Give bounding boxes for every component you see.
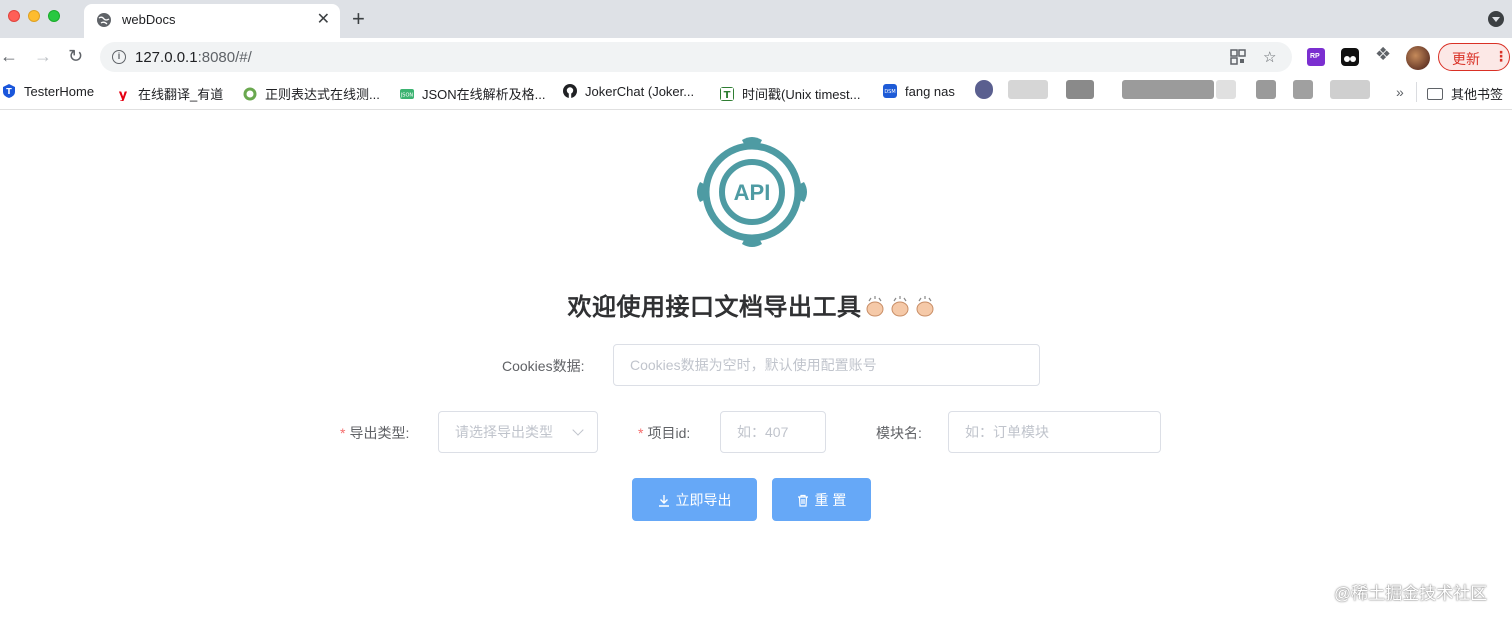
close-tab-icon[interactable]: ✕ <box>317 11 330 29</box>
redacted-bookmark[interactable] <box>1330 80 1370 99</box>
extensions-puzzle-icon[interactable]: ❖ <box>1375 44 1393 64</box>
redacted-bookmark[interactable] <box>1122 80 1214 99</box>
clapping-hands-icon <box>866 296 883 317</box>
other-bookmarks-folder[interactable]: 其他书签 <box>1427 84 1503 102</box>
bookmark-jokerchat[interactable]: JokerChat (Joker... <box>563 84 694 102</box>
export-button[interactable]: 立即导出 <box>632 478 757 521</box>
bookmarks-bar: T TesterHome y 在线翻译_有道 正则表达式在线测... JSON JSO… <box>0 76 1512 110</box>
more-menu-icon: ⋮ <box>1494 48 1508 64</box>
svg-text:JSON: JSON <box>400 93 413 99</box>
timestamp-icon: T <box>720 87 734 101</box>
folder-icon <box>1427 88 1443 100</box>
bookmark-testerhome[interactable]: T TesterHome <box>2 84 94 102</box>
api-logo: API <box>697 137 807 247</box>
back-arrow-icon[interactable]: ← <box>0 45 18 67</box>
redacted-bookmark[interactable] <box>1256 80 1276 99</box>
clapping-hands-icon <box>916 296 933 317</box>
bookmark-fang-nas[interactable]: DSM fang nas <box>883 84 955 102</box>
export-type-label: * 导出类型: <box>340 425 410 441</box>
update-chrome-button[interactable]: 更新 ⋮ <box>1438 43 1510 71</box>
url-text[interactable]: 127.0.0.1:8080/#/ <box>135 49 252 66</box>
new-tab-button[interactable]: + <box>352 6 365 32</box>
watermark: @稀土掘金技术社区 <box>1334 584 1488 603</box>
bookmark-json[interactable]: JSON JSON在线解析及格... <box>400 84 546 102</box>
svg-text:T: T <box>724 90 731 101</box>
bookmarks-separator <box>1416 82 1417 102</box>
bookmark-star-icon[interactable]: ☆ <box>1263 48 1276 66</box>
update-label: 更新 <box>1452 51 1480 67</box>
bookmark-youdao[interactable]: y 在线翻译_有道 <box>116 84 223 102</box>
forward-arrow-icon[interactable]: → <box>34 45 52 67</box>
tab-title: webDocs <box>122 12 176 27</box>
axure-rp-extension-icon[interactable]: RP <box>1307 48 1325 66</box>
browser-tab[interactable]: webDocs ✕ <box>84 4 340 38</box>
tab-search-button[interactable] <box>1488 11 1504 27</box>
profile-avatar[interactable] <box>1406 46 1430 70</box>
redacted-bookmark[interactable] <box>1008 80 1048 99</box>
json-icon: JSON <box>400 89 414 99</box>
more-bookmarks-button[interactable]: » <box>1396 84 1404 100</box>
reset-button[interactable]: 重 置 <box>772 478 871 521</box>
redacted-bookmark[interactable] <box>1293 80 1313 99</box>
bookmark-regex[interactable]: 正则表达式在线测... <box>243 84 380 102</box>
redacted-bookmark[interactable] <box>975 80 993 99</box>
trash-icon <box>797 494 808 507</box>
minimize-window-button[interactable] <box>28 10 40 22</box>
project-id-input[interactable] <box>720 411 826 453</box>
tampermonkey-extension-icon[interactable] <box>1341 48 1359 66</box>
maximize-window-button[interactable] <box>48 10 60 22</box>
download-icon <box>658 494 669 507</box>
svg-text:y: y <box>119 88 128 101</box>
logo-text: API <box>734 180 771 205</box>
youdao-icon: y <box>119 88 128 101</box>
reload-icon[interactable]: ↻ <box>68 45 83 67</box>
module-name-label: 模块名: <box>876 425 922 441</box>
address-bar[interactable]: i 127.0.0.1:8080/#/ ☆ <box>100 42 1292 72</box>
svg-text:DSM: DSM <box>884 89 895 95</box>
page-title: 欢迎使用接口文档导出工具 <box>0 287 1504 322</box>
dsm-icon: DSM <box>883 84 897 98</box>
cookies-input[interactable] <box>613 344 1040 386</box>
module-name-input[interactable] <box>948 411 1161 453</box>
redacted-bookmark[interactable] <box>1066 80 1094 99</box>
qr-code-icon[interactable] <box>1230 49 1246 65</box>
bookmark-timestamp[interactable]: T 时间戳(Unix timest... <box>720 84 860 102</box>
project-id-label: * 项目id: <box>638 425 691 441</box>
github-icon <box>563 84 577 98</box>
globe-icon <box>97 13 111 27</box>
browser-tab-strip: webDocs ✕ + <box>0 0 1512 38</box>
site-info-icon[interactable]: i <box>112 50 126 64</box>
svg-text:T: T <box>6 87 12 96</box>
clapping-hands-icon <box>891 296 908 317</box>
redacted-bookmark[interactable] <box>1216 80 1236 99</box>
testerhome-icon: T <box>3 84 15 98</box>
regex-icon <box>243 87 257 101</box>
browser-toolbar: ← → ↻ i 127.0.0.1:8080/#/ ☆ RP ❖ 更新 ⋮ <box>0 38 1512 76</box>
close-window-button[interactable] <box>8 10 20 22</box>
cookies-label: Cookies数据: <box>502 358 585 374</box>
